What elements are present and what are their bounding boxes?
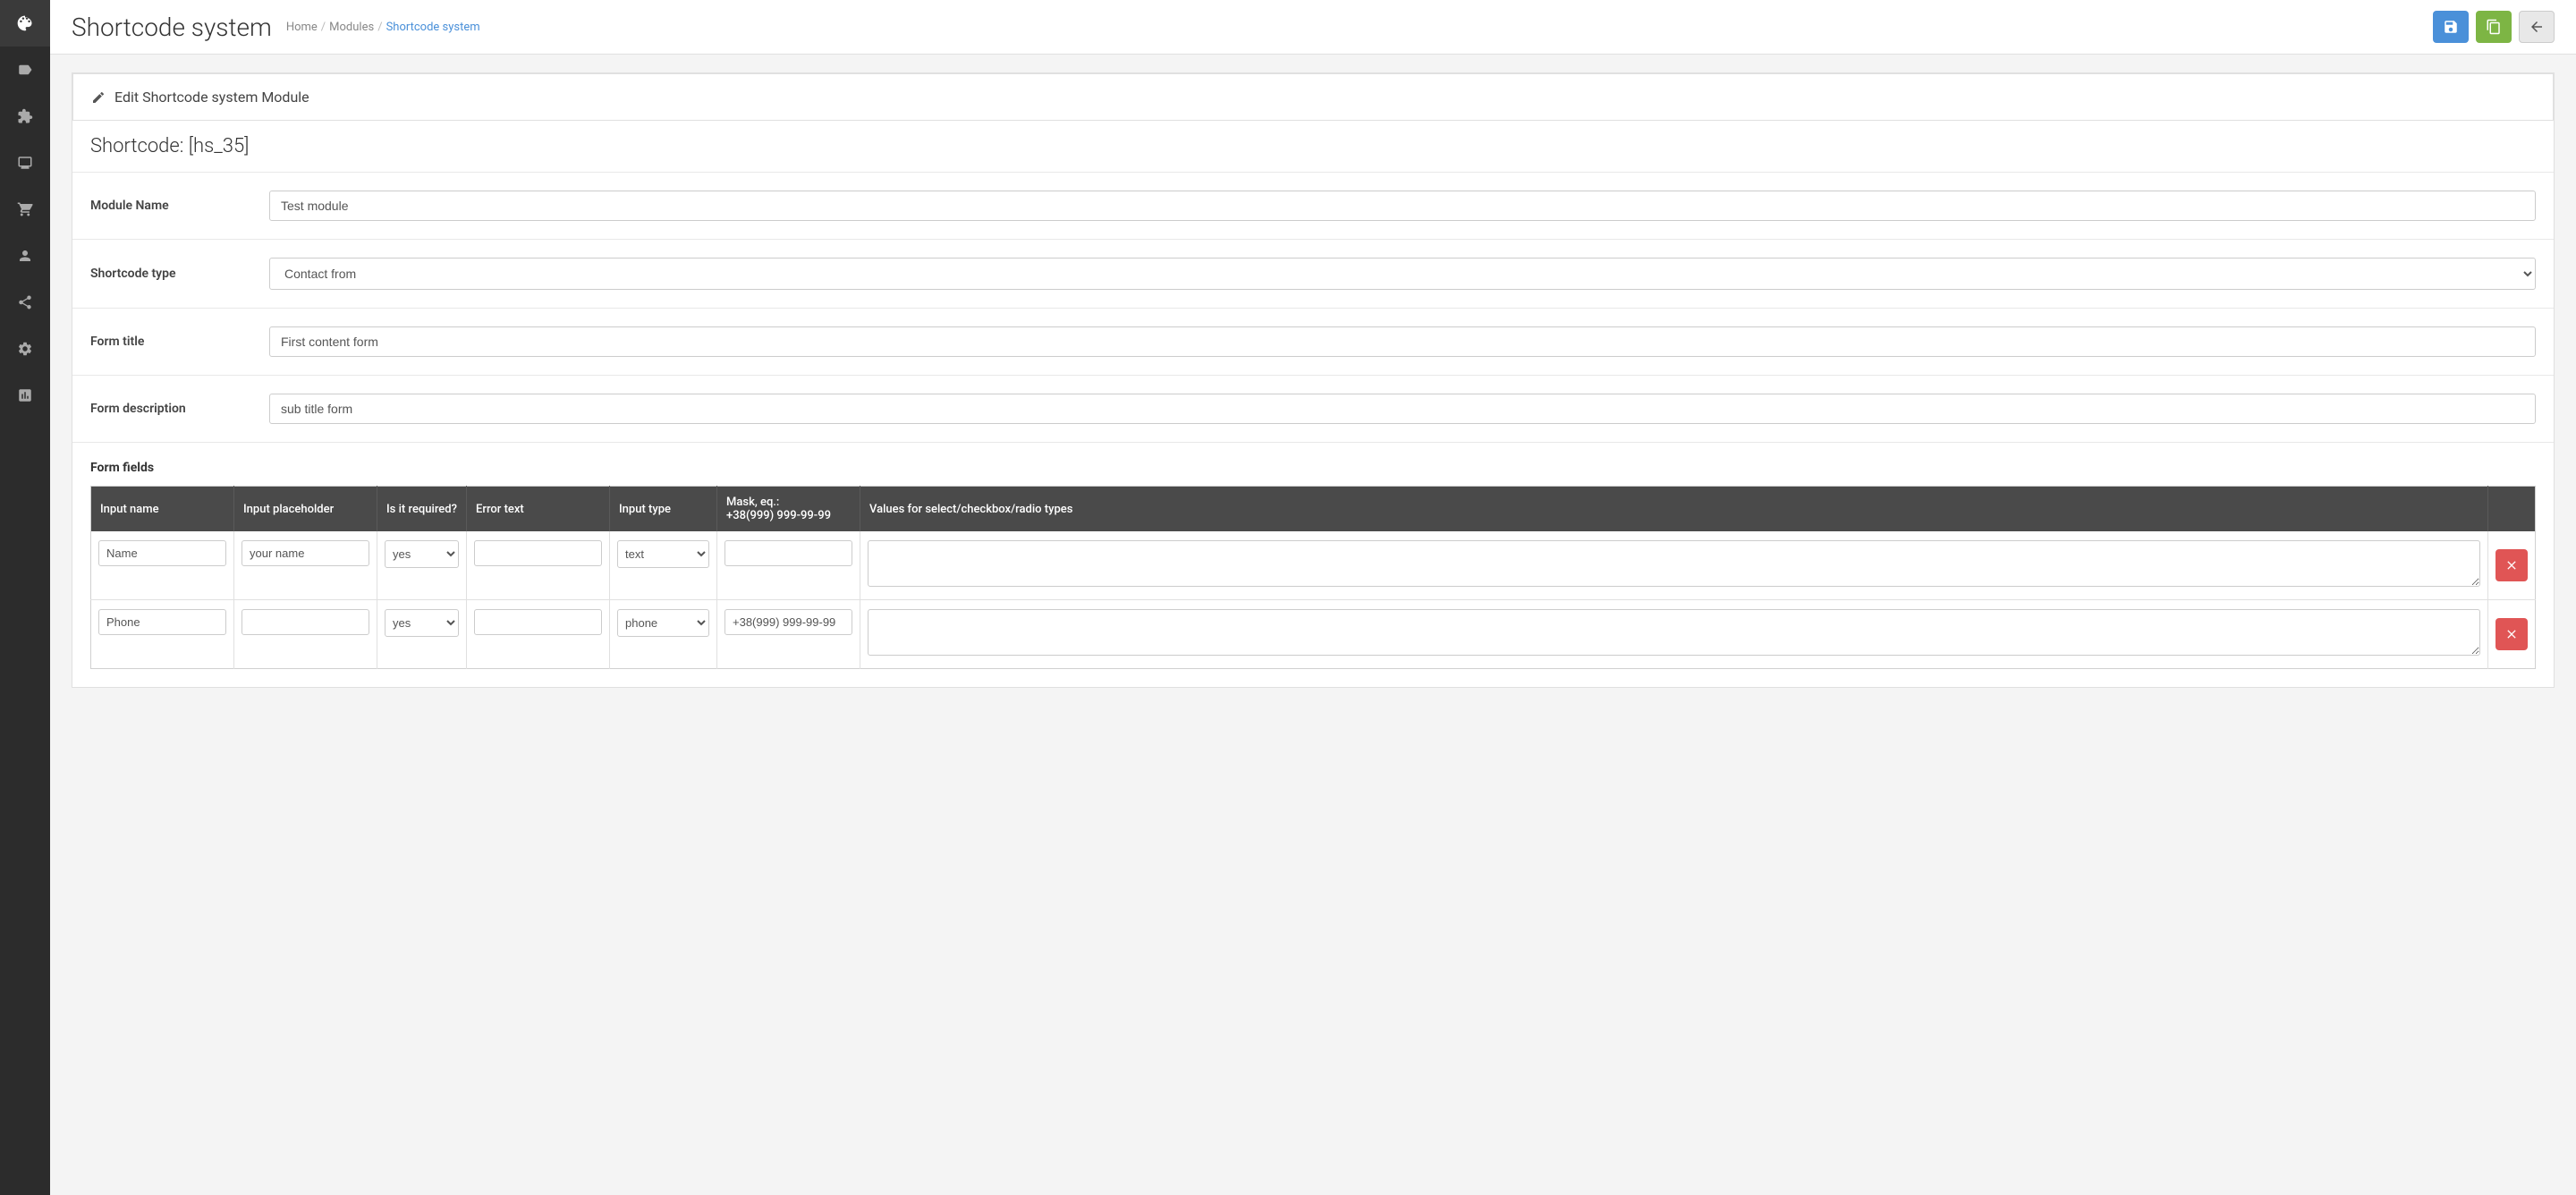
input-placeholder-1[interactable] [242,540,369,566]
cell-placeholder-2 [234,600,377,669]
cell-values-2 [860,600,2488,669]
breadcrumb-sep-2: / [377,21,382,34]
th-values: Values for select/checkbox/radio types [860,487,2488,532]
sidebar-item-palette[interactable] [0,0,50,47]
sidebar-item-settings[interactable] [0,326,50,372]
header-actions [2433,11,2555,43]
sidebar-item-monitor[interactable] [0,140,50,186]
cell-error-2 [467,600,610,669]
form-title-section: Form title [72,309,2554,376]
sidebar-item-cart[interactable] [0,186,50,233]
th-mask: Mask, eq.:+38(999) 999-99-99 [717,487,860,532]
edit-header-title: Edit Shortcode system Module [114,89,309,106]
breadcrumb-home[interactable]: Home [286,21,318,34]
th-type: Input type [610,487,717,532]
th-required: Is it required? [377,487,467,532]
form-title-input[interactable] [269,326,2536,357]
input-name-2[interactable] [98,609,226,635]
breadcrumb-modules[interactable]: Modules [329,21,374,34]
pencil-icon [91,90,106,105]
select-type-2[interactable]: text email phone select checkbox radio t… [617,609,709,637]
breadcrumb-current: Shortcode system [386,21,480,34]
shortcode-label: Shortcode: [hs_35] [90,135,2536,157]
input-mask-1[interactable] [724,540,852,566]
form-description-section: Form description [72,376,2554,443]
table-row: yes no text email [91,531,2536,600]
cell-name-1 [91,531,234,600]
edit-header: Edit Shortcode system Module [72,73,2554,121]
copy-button[interactable] [2476,11,2512,43]
cell-action-1 [2488,531,2536,600]
cell-action-2 [2488,600,2536,669]
cell-type-2: text email phone select checkbox radio t… [610,600,717,669]
form-fields-section: Form fields Input name Input placeholder… [72,443,2554,687]
sidebar-item-tags[interactable] [0,47,50,93]
textarea-values-2[interactable] [868,609,2480,656]
input-mask-2[interactable] [724,609,852,635]
input-error-2[interactable] [474,609,602,635]
shortcode-title-section: Shortcode: [hs_35] [72,121,2554,173]
cell-required-2: yes no [377,600,467,669]
th-error: Error text [467,487,610,532]
form-description-label: Form description [90,402,269,416]
main-content: Shortcode system Home / Modules / Shortc… [50,0,2576,1195]
select-type-1[interactable]: text email phone select checkbox radio t… [617,540,709,568]
cell-mask-1 [717,531,860,600]
textarea-values-1[interactable] [868,540,2480,587]
select-required-1[interactable]: yes no [385,540,459,568]
shortcode-type-label: Shortcode type [90,267,269,281]
page-title: Shortcode system [72,13,272,42]
th-input-name: Input name [91,487,234,532]
th-placeholder: Input placeholder [234,487,377,532]
input-placeholder-2[interactable] [242,609,369,635]
delete-row-2-button[interactable] [2496,618,2528,650]
back-button[interactable] [2519,11,2555,43]
form-title-label: Form title [90,335,269,349]
module-name-input[interactable] [269,191,2536,221]
fields-table: Input name Input placeholder Is it requi… [90,486,2536,669]
module-name-section: Module Name [72,173,2554,240]
cell-type-1: text email phone select checkbox radio t… [610,531,717,600]
module-name-label: Module Name [90,199,269,213]
page-header: Shortcode system Home / Modules / Shortc… [50,0,2576,55]
cell-name-2 [91,600,234,669]
sidebar-item-modules[interactable] [0,93,50,140]
sidebar-item-user[interactable] [0,233,50,279]
save-button[interactable] [2433,11,2469,43]
sidebar-item-analytics[interactable] [0,372,50,419]
cell-error-1 [467,531,610,600]
table-row: yes no text email [91,600,2536,669]
select-required-2[interactable]: yes no [385,609,459,637]
cell-required-1: yes no [377,531,467,600]
shortcode-type-section: Shortcode type Contact from Gallery Slid… [72,240,2554,309]
module-card: Edit Shortcode system Module Shortcode: … [72,72,2555,688]
input-name-1[interactable] [98,540,226,566]
breadcrumb-sep-1: / [321,21,326,34]
input-error-1[interactable] [474,540,602,566]
form-fields-title: Form fields [90,461,2536,475]
th-action [2488,487,2536,532]
sidebar-item-share[interactable] [0,279,50,326]
shortcode-type-select[interactable]: Contact from Gallery Slider [269,258,2536,290]
form-description-input[interactable] [269,394,2536,424]
breadcrumb: Home / Modules / Shortcode system [286,21,480,34]
cell-placeholder-1 [234,531,377,600]
content-area: Edit Shortcode system Module Shortcode: … [50,55,2576,706]
cell-mask-2 [717,600,860,669]
sidebar [0,0,50,1195]
cell-values-1 [860,531,2488,600]
table-header-row: Input name Input placeholder Is it requi… [91,487,2536,532]
delete-row-1-button[interactable] [2496,549,2528,581]
header-left: Shortcode system Home / Modules / Shortc… [72,13,480,42]
